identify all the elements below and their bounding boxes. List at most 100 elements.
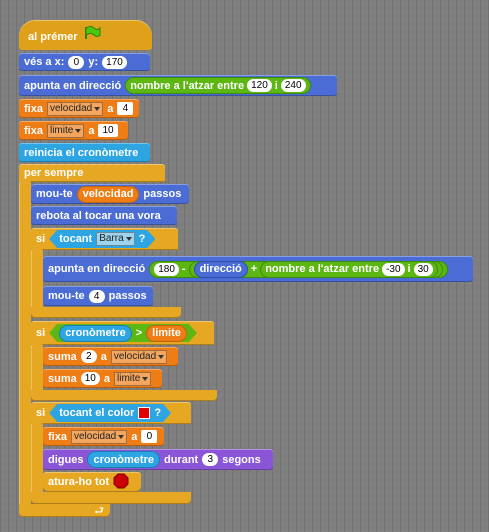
change-label: suma [48,350,77,363]
forever-foot: ⮐ [19,504,110,517]
pick-random-reporter[interactable]: nombre a l'atzar entre 120 i 240 [125,77,311,94]
random-and-label: i [274,79,278,92]
value-input[interactable]: 0 [141,430,158,443]
steps-label: passos [108,290,147,302]
value-input[interactable]: 10 [98,124,118,137]
change-limite-block[interactable]: suma 10 a limite [43,369,162,388]
for-label: durant [163,453,199,466]
color-swatch[interactable] [138,407,150,419]
move-steps-block[interactable]: mou-te velocidad passos [31,184,189,204]
value-180-input[interactable]: 180 [154,262,179,276]
move-label: mou-te [48,290,85,302]
hat-label: al prémer [28,31,78,43]
random-from-input[interactable]: 120 [247,79,272,92]
velocidad-reporter[interactable]: velocidad [76,185,140,203]
pick-random-label: nombre a l'atzar entre [265,263,380,275]
minus-sign: - [181,263,186,275]
go-to-label: vés a x: [24,56,65,68]
variable-dropdown[interactable]: velocidad [110,349,168,364]
change-label: suma [48,372,77,385]
value-input[interactable]: 4 [117,102,134,115]
random-from-input[interactable]: -30 [382,262,405,276]
set-label: fixa [24,124,43,137]
loop-arrow-icon: ⮐ [94,505,104,517]
change-value-input[interactable]: 10 [80,372,100,385]
sprite-dropdown[interactable]: Barra [96,232,134,246]
subtract-operator[interactable]: 180 - direcció + nombre a l'atzar entre … [149,260,448,278]
if-label: si [36,327,46,339]
touching-condition[interactable]: tocant Barra ? [49,230,155,248]
point-label: apunta en direcció [48,263,146,275]
forever-c-arm [19,181,31,506]
change-velocidad-block[interactable]: suma 2 a velocidad [43,347,178,366]
timer-reporter[interactable]: cronòmetre [87,451,160,468]
reset-timer-block[interactable]: reinicia el cronòmetre [19,143,150,162]
when-flag-clicked-hat[interactable]: al prémer [19,20,152,50]
move-4-steps-block[interactable]: mou-te 4 passos [43,286,153,306]
point-label: apunta en direcció [24,79,122,92]
if3-foot [31,492,191,504]
point-direction-math-block[interactable]: apunta en direcció 180 - direcció + nomb… [43,256,473,282]
if-label: si [36,233,46,245]
add-operator[interactable]: direcció + nombre a l'atzar entre -30 i … [188,260,443,278]
variable-dropdown[interactable]: limite [46,123,85,138]
if1-foot [31,307,181,318]
say-for-secs-block[interactable]: digues cronòmetre durant 3 segons [43,449,273,470]
go-to-xy-block[interactable]: vés a x: 0 y: 170 [19,53,150,71]
steps-label: passos [143,188,182,200]
question-mark: ? [138,233,146,245]
bounce-on-edge-block[interactable]: rebota al tocar una vora [31,206,177,225]
timer-reporter[interactable]: cronòmetre [59,325,132,342]
secs-input[interactable]: 3 [202,453,219,466]
direction-reporter[interactable]: direcció [193,260,248,278]
if-touching-block[interactable]: si tocant Barra ? [31,228,178,250]
if1-c-arm [31,249,43,314]
set-label: fixa [24,102,43,115]
greater-than-sign: > [135,327,143,339]
stop-sign-icon [113,473,129,492]
forever-block[interactable]: per sempre [19,164,165,182]
variable-dropdown[interactable]: velocidad [70,429,128,444]
to-label: a [131,430,138,443]
limite-reporter[interactable]: limite [146,325,187,342]
say-label: digues [48,453,84,466]
random-to-input[interactable]: 30 [413,262,433,276]
plus-sign: + [250,263,258,275]
if-label: si [36,407,46,419]
stop-all-block[interactable]: atura-ho tot [43,472,141,492]
set-limite-block[interactable]: fixa limite a 10 [19,121,128,140]
forever-label: per sempre [24,167,84,179]
y-label: y: [88,56,99,68]
secs-label: segons [222,453,261,466]
to-label: a [107,102,114,115]
green-flag-icon [83,26,101,43]
if2-c-arm [31,344,43,394]
random-and-label: i [407,263,411,275]
if-touching-color-block[interactable]: si tocant el color ? [31,402,191,424]
move-label: mou-te [36,188,73,200]
if3-c-arm [31,423,43,498]
stop-all-label: atura-ho tot [48,476,110,488]
set-label: fixa [48,430,67,443]
change-value-input[interactable]: 2 [80,350,97,363]
set-velocidad-block[interactable]: fixa velocidad a 4 [19,99,139,118]
y-input[interactable]: 170 [102,55,127,69]
variable-dropdown[interactable]: velocidad [46,101,104,116]
set-velocidad-zero-block[interactable]: fixa velocidad a 0 [43,427,164,446]
point-in-direction-block[interactable]: apunta en direcció nombre a l'atzar entr… [19,75,337,96]
bounce-label: rebota al tocar una vora [36,209,161,222]
to-label: a [100,350,107,363]
random-to-input[interactable]: 240 [280,79,306,92]
to-label: a [103,372,110,385]
greater-than-condition[interactable]: cronòmetre > limite [49,324,197,342]
to-label: a [88,124,95,137]
variable-dropdown[interactable]: limite [114,371,152,386]
steps-input[interactable]: 4 [88,289,105,303]
if-timer-block[interactable]: si cronòmetre > limite [31,321,214,345]
if2-foot [31,390,217,401]
pick-random-label: nombre a l'atzar entre [130,79,245,92]
x-input[interactable]: 0 [68,55,85,69]
question-mark: ? [154,407,162,419]
pick-random-reporter[interactable]: nombre a l'atzar entre -30 i 30 [260,260,438,278]
touching-color-condition[interactable]: tocant el color ? [49,404,171,422]
